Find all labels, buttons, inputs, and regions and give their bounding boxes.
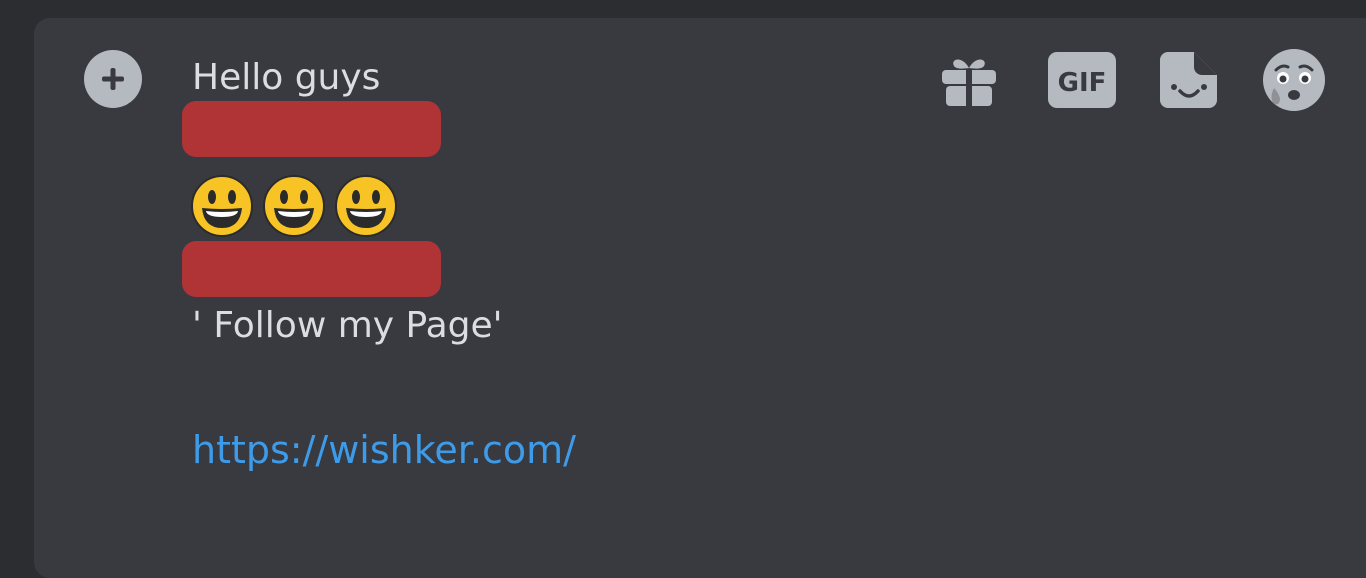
smiley-emoji bbox=[335, 175, 397, 237]
gif-button[interactable]: GIF bbox=[1048, 50, 1116, 110]
smiley-emoji bbox=[263, 175, 325, 237]
gift-icon bbox=[942, 59, 996, 106]
emoji-picker-icon bbox=[1263, 49, 1325, 111]
gif-label: GIF bbox=[1058, 68, 1107, 98]
redacted-text bbox=[182, 241, 441, 297]
emoji-picker-button[interactable] bbox=[1262, 49, 1326, 111]
gif-icon: GIF bbox=[1048, 52, 1116, 108]
smiley-emoji bbox=[191, 175, 253, 237]
plus-icon bbox=[102, 68, 124, 90]
sticker-button[interactable] bbox=[1160, 50, 1218, 110]
redacted-text bbox=[182, 101, 441, 157]
gift-button[interactable] bbox=[940, 50, 998, 110]
message-link[interactable]: https://wishker.com/ bbox=[192, 426, 576, 474]
upload-button[interactable] bbox=[84, 50, 142, 108]
sticker-icon bbox=[1160, 52, 1217, 108]
message-line-greeting[interactable]: Hello guys bbox=[192, 56, 380, 100]
message-line-follow[interactable]: ' Follow my Page' bbox=[192, 304, 503, 348]
emoji-row bbox=[190, 174, 398, 238]
